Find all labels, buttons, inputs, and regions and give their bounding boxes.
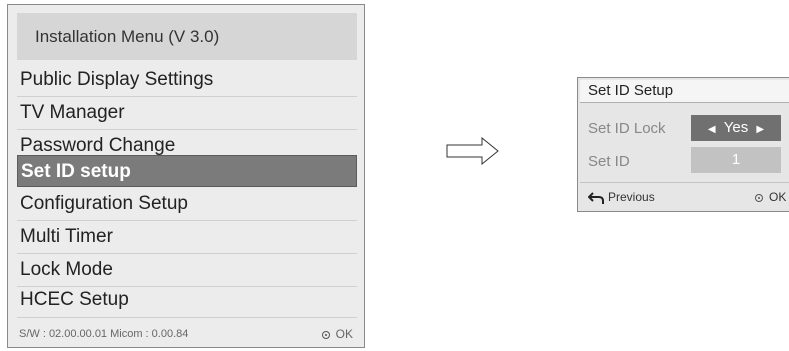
arrow-right-icon[interactable]: ▶ xyxy=(756,124,764,135)
menu-item-tv-manager[interactable]: TV Manager xyxy=(17,97,357,129)
menu-title: Installation Menu (V 3.0) xyxy=(17,13,357,60)
dialog-ok-label: OK xyxy=(769,190,787,204)
menu-item-set-id-setup[interactable]: Set ID setup xyxy=(17,155,357,187)
previous-label: Previous xyxy=(608,190,655,204)
set-id-label: Set ID xyxy=(588,153,630,170)
arrow-left-icon[interactable]: ◀ xyxy=(708,124,716,135)
menu-footer: S/W : 02.00.00.01 Micom : 0.00.84 OK xyxy=(17,323,357,345)
dialog-footer: Previous OK xyxy=(580,190,789,208)
menu-divider xyxy=(17,317,357,318)
menu-item-multi-timer[interactable]: Multi Timer xyxy=(17,221,357,253)
ok-dot-icon xyxy=(321,330,330,339)
dialog-title: Set ID Setup xyxy=(580,80,789,102)
right-arrow-icon xyxy=(446,137,499,165)
menu-item-lock-mode[interactable]: Lock Mode xyxy=(17,254,357,286)
dialog-ok-button[interactable]: OK xyxy=(755,190,786,204)
menu-item-configuration-setup[interactable]: Configuration Setup xyxy=(17,188,357,220)
installation-menu: Installation Menu (V 3.0) Public Display… xyxy=(7,4,365,348)
set-id-setup-dialog: Set ID Setup Set ID Lock ◀ Yes ▶ Set ID … xyxy=(577,77,789,212)
ok-dot-icon xyxy=(755,193,763,202)
footer-divider xyxy=(580,182,789,183)
set-id-lock-value: Yes xyxy=(723,119,749,136)
menu-item-public-display-settings[interactable]: Public Display Settings xyxy=(17,64,357,96)
ok-button[interactable]: OK xyxy=(321,323,353,345)
set-id-lock-label: Set ID Lock xyxy=(588,120,666,137)
set-id-value[interactable]: 1 xyxy=(691,147,781,173)
menu-item-hcec-setup[interactable]: HCEC Setup xyxy=(17,284,357,316)
back-arrow-icon xyxy=(587,192,604,204)
previous-button[interactable]: Previous xyxy=(587,190,655,204)
set-id-lock-selector[interactable]: ◀ Yes ▶ xyxy=(691,115,781,141)
title-divider xyxy=(580,102,789,103)
ok-label: OK xyxy=(335,327,353,341)
software-version: S/W : 02.00.00.01 Micom : 0.00.84 xyxy=(19,328,189,340)
